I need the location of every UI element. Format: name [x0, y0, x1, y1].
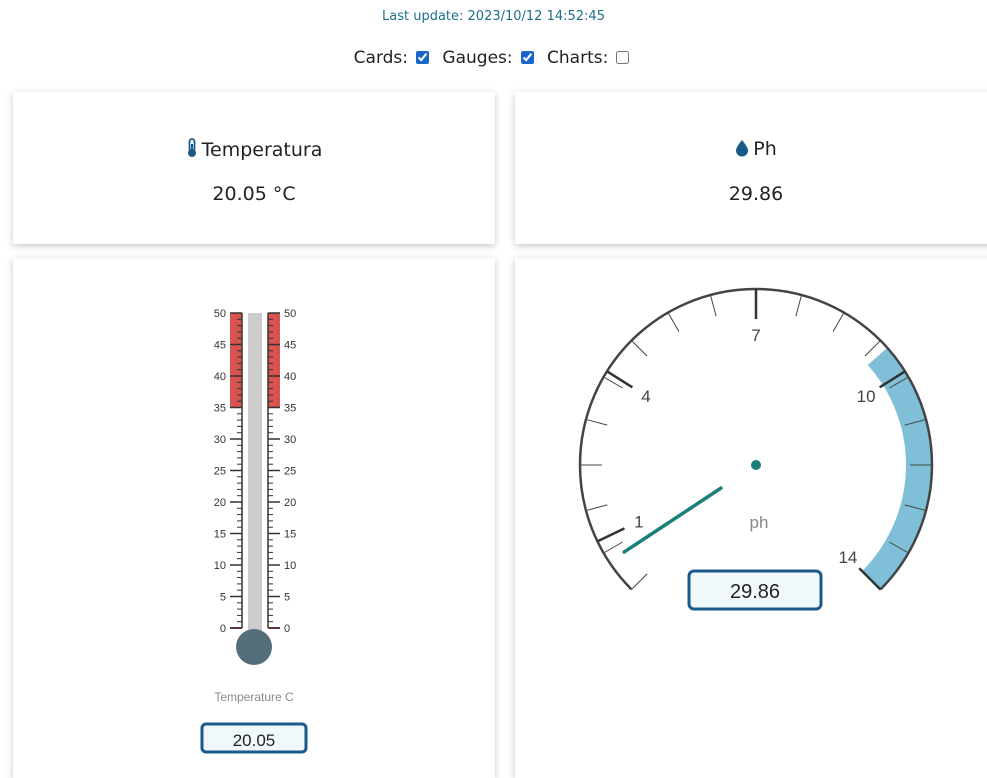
tick-label-left: 35 — [214, 403, 226, 415]
gauges-checkbox[interactable] — [520, 51, 534, 64]
ph-minor-tick — [585, 504, 608, 512]
thermometer-gauge: 0 5 10 15 20 25 30 35 40 45 50 0 5 10 15 20 25 30 35 40 45 5… — [200, 308, 308, 754]
thermometer-scale-left: 0 5 10 15 20 25 30 35 40 45 50 — [214, 308, 243, 635]
tick-label-right: 20 — [284, 497, 296, 509]
tick-label-right: 50 — [284, 308, 296, 320]
tick-label-right: 25 — [284, 466, 296, 478]
temperature-card: Temperatura 20.05 °C — [13, 92, 495, 244]
ph-tick-label: 4 — [641, 387, 650, 406]
tick-label-left: 20 — [214, 497, 226, 509]
tick-label-left: 50 — [214, 308, 226, 320]
tick-label-right: 30 — [284, 434, 296, 446]
ph-minor-tick — [832, 312, 845, 332]
ph-major-tick — [596, 527, 626, 543]
tick-label-left: 10 — [214, 560, 226, 572]
ph-minor-tick — [795, 294, 803, 317]
tick-label-left: 40 — [214, 371, 226, 383]
tick-label-right: 5 — [284, 592, 290, 604]
ph-minor-tick — [667, 312, 680, 332]
cards-checkbox[interactable] — [416, 51, 430, 64]
thermometer-value: 20.05 — [233, 731, 276, 750]
ph-gauge-card: 1 4 7 10 14 ph 29.86 — [515, 258, 987, 778]
danger-zone-left-rect — [230, 313, 242, 408]
ph-card: Ph 29.86 — [515, 92, 987, 244]
tick-label-right: 10 — [284, 560, 296, 572]
gauges-toggle-label: Gauges: — [442, 48, 513, 68]
tick-label-left: 30 — [214, 434, 226, 446]
temperature-card-value: 20.05 °C — [212, 183, 296, 205]
ph-value: 29.86 — [730, 581, 780, 603]
ph-card-title: Ph — [753, 138, 777, 160]
ph-gauge-unit: ph — [750, 513, 769, 532]
thermometer-label: Temperature C — [214, 690, 294, 704]
ph-minor-tick — [631, 573, 648, 590]
view-toggles: Cards: Gauges: Charts: — [0, 48, 987, 68]
ph-minor-tick — [709, 294, 717, 317]
thermometer-gauge-card: 0 5 10 15 20 25 30 35 40 45 50 0 5 10 15 20 25 30 35 40 45 5… — [13, 258, 495, 778]
thermometer-scale-right: 0 5 10 15 20 25 30 35 40 45 50 — [267, 308, 296, 635]
ph-minor-tick — [631, 340, 648, 357]
thermometer-mercury — [250, 501, 260, 638]
droplet-icon — [735, 139, 749, 162]
ph-tick-label: 7 — [751, 326, 760, 345]
ph-tick-label: 14 — [838, 548, 857, 567]
tick-label-right: 15 — [284, 529, 296, 541]
ph-tick-label: 1 — [634, 512, 643, 531]
ph-minor-tick — [585, 418, 608, 426]
ph-gauge: 1471014 ph 29.86 — [578, 287, 934, 611]
tick-label-left: 0 — [220, 623, 226, 635]
tick-label-left: 15 — [214, 529, 226, 541]
thermometer-bulb — [236, 629, 272, 665]
tick-label-right: 35 — [284, 403, 296, 415]
last-update: Last update: 2023/10/12 14:52:45 — [382, 9, 605, 24]
tick-label-left: 5 — [220, 592, 226, 604]
ph-card-value: 29.86 — [728, 183, 784, 205]
ph-major-tick — [606, 370, 634, 389]
tick-label-right: 0 — [284, 623, 290, 635]
tick-label-right: 45 — [284, 340, 296, 352]
danger-zone-right-rect — [268, 313, 280, 408]
cards-toggle-label: Cards: — [353, 48, 409, 68]
thermometer-icon — [186, 138, 198, 163]
ph-minor-tick — [603, 541, 623, 554]
charts-toggle-label: Charts: — [547, 48, 609, 68]
tick-label-left: 45 — [214, 340, 226, 352]
charts-checkbox[interactable] — [616, 51, 630, 64]
ph-tick-label: 10 — [857, 387, 876, 406]
ph-minor-tick — [864, 340, 881, 357]
tick-label-right: 40 — [284, 371, 296, 383]
ph-gauge-pivot — [751, 460, 761, 470]
tick-label-left: 25 — [214, 466, 226, 478]
temperature-card-title: Temperatura — [201, 139, 323, 161]
